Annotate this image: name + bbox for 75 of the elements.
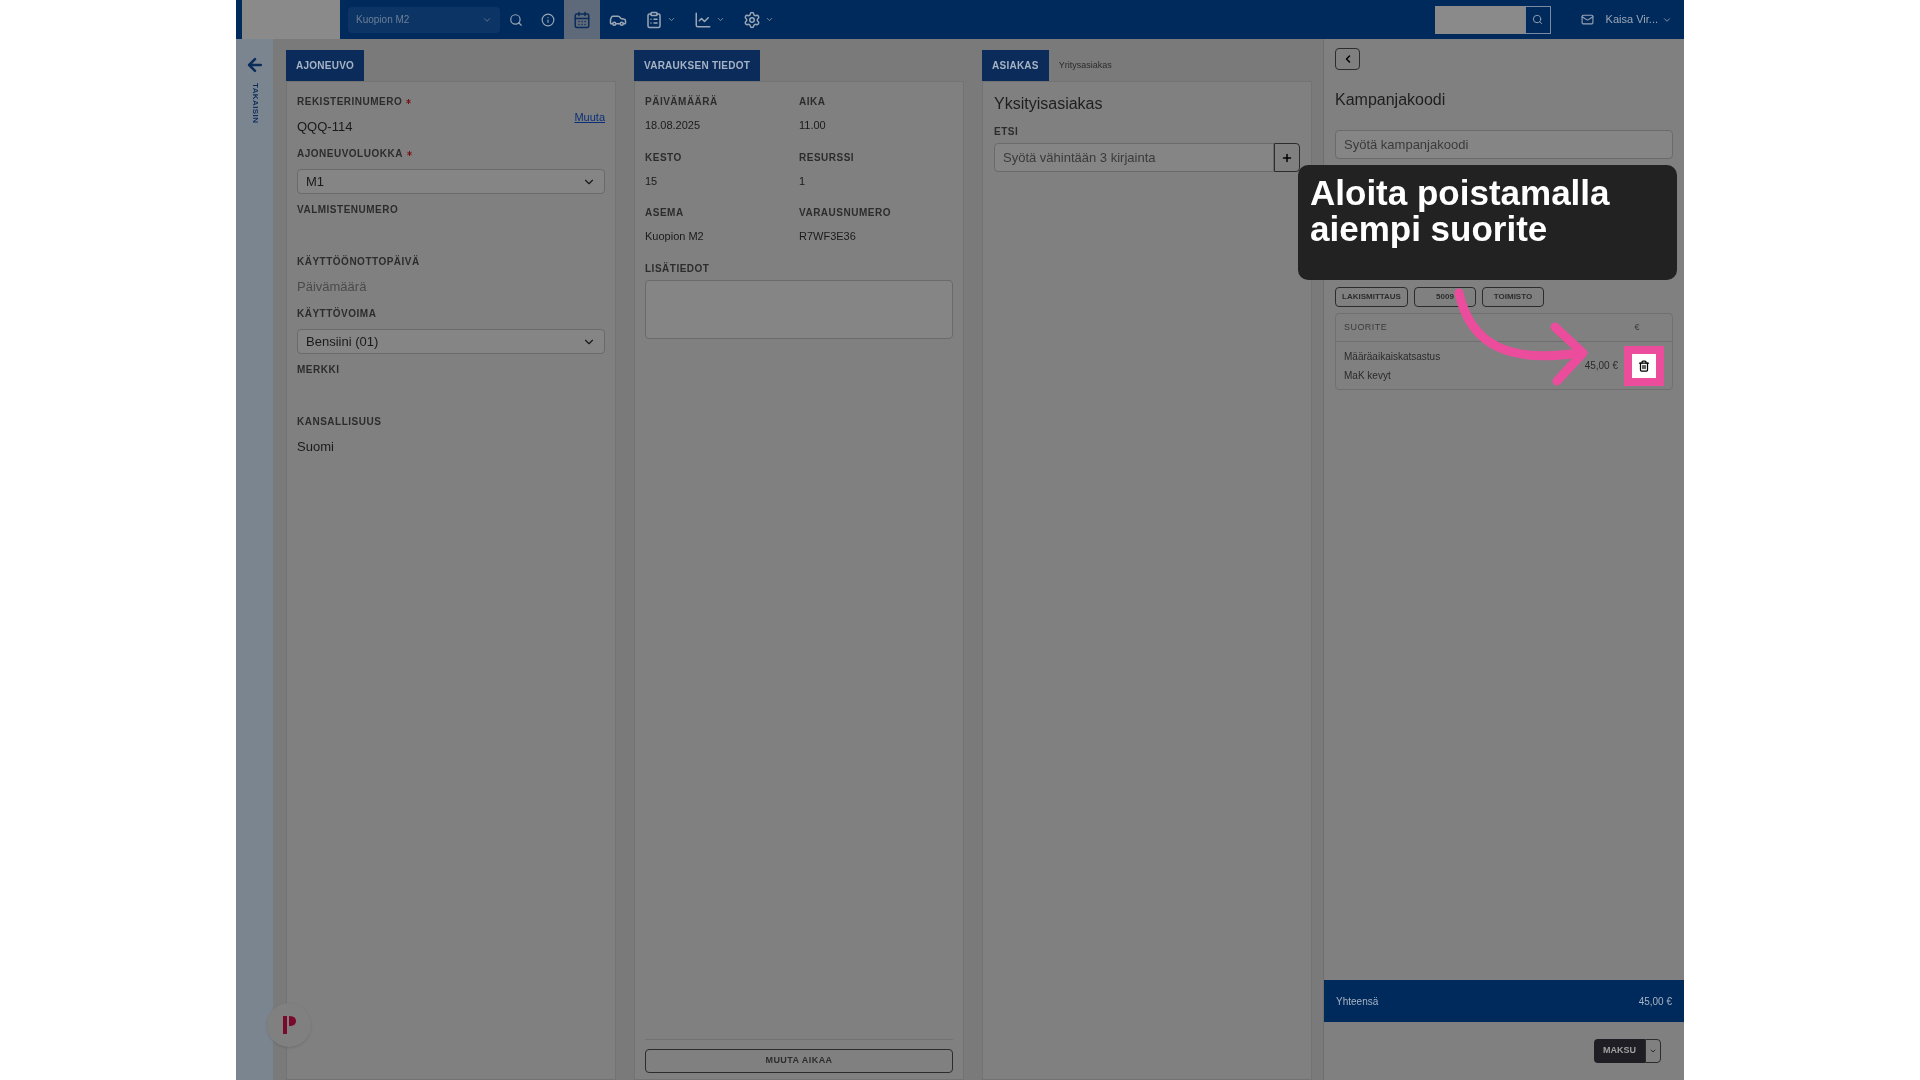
column-header: € bbox=[1634, 320, 1640, 334]
field-label: KÄYTTÖÖNOTTOPÄIVÄ bbox=[297, 254, 420, 269]
field-label: RESURSSI bbox=[799, 150, 855, 165]
tutorial-tooltip: Aloita poistamalla aiempi suorite bbox=[1298, 165, 1677, 280]
field-label: PÄIVÄMÄÄRÄ bbox=[645, 94, 718, 109]
search-icon bbox=[509, 12, 523, 27]
section-title: Yksityisasiakas bbox=[994, 94, 1104, 114]
chart-icon bbox=[694, 10, 712, 29]
select-field[interactable]: Bensiini (01) bbox=[297, 329, 605, 354]
total-label: Yhteensä bbox=[1336, 994, 1379, 1009]
user-menu[interactable]: Kaisa Vir... bbox=[1605, 11, 1672, 28]
field-label: KESTO bbox=[645, 150, 682, 165]
field-value: Suomi bbox=[297, 438, 334, 456]
delete-button[interactable] bbox=[1624, 345, 1664, 386]
section-title: Kampanjakoodi bbox=[1335, 90, 1447, 110]
plus-icon bbox=[1281, 151, 1293, 164]
campaign-code-field[interactable]: Syötä kampanjakoodi bbox=[1335, 130, 1673, 159]
section-tab[interactable]: AJONEUVO bbox=[286, 50, 365, 81]
field-value: 18.08.2025 bbox=[645, 118, 702, 133]
change-time-button[interactable]: MUUTA AIKAA bbox=[645, 1049, 953, 1073]
field-value: Kuopion M2 bbox=[645, 229, 705, 244]
field-value: R7WF3E36 bbox=[799, 229, 857, 244]
field-label: REKISTERINUMERO bbox=[297, 95, 403, 109]
add-customer-button[interactable] bbox=[1274, 143, 1300, 172]
calendar-nav-button[interactable] bbox=[564, 0, 600, 39]
quick-service-button[interactable]: 5009 bbox=[1413, 287, 1476, 307]
quick-service-button[interactable]: LAKISMITTAUS bbox=[1335, 287, 1408, 307]
field-label: ASEMA bbox=[645, 206, 684, 220]
customer-tab[interactable]: Yritysasiakas bbox=[1048, 50, 1122, 81]
quick-service-button[interactable]: TOIMISTO bbox=[1481, 287, 1544, 307]
customer-search-field[interactable]: Syötä vähintään 3 kirjainta bbox=[994, 143, 1274, 172]
pay-options-button[interactable] bbox=[1645, 1039, 1661, 1063]
column-header: SUORITE bbox=[1344, 320, 1388, 334]
clipboard-icon bbox=[645, 10, 663, 29]
mail-icon bbox=[1580, 13, 1594, 26]
caret-icon bbox=[765, 15, 774, 24]
service-price: 45,00 € bbox=[1584, 359, 1618, 373]
required-asterisk-icon bbox=[406, 151, 412, 156]
search-button[interactable] bbox=[1524, 5, 1551, 34]
customer-tab[interactable]: ASIAKAS bbox=[982, 50, 1049, 81]
required-asterisk-icon bbox=[406, 99, 412, 104]
service-detail: MaK kevyt bbox=[1344, 368, 1392, 383]
collapse-button[interactable] bbox=[1335, 48, 1360, 70]
field-label: VARAUSNUMERO bbox=[799, 206, 891, 220]
caret-icon bbox=[667, 15, 676, 24]
info-icon bbox=[541, 12, 555, 27]
section-tab[interactable]: VARAUKSEN TIEDOT bbox=[634, 50, 761, 81]
field-label: AIKA bbox=[799, 95, 826, 109]
total-amount: 45,00 € bbox=[1638, 994, 1672, 1009]
field-value: 1 bbox=[799, 173, 807, 189]
back-label: TAKAISIN bbox=[249, 83, 261, 124]
settings-icon bbox=[743, 10, 761, 29]
field-label: KANSALLISUUS bbox=[297, 415, 382, 429]
back-sidebar[interactable]: TAKAISIN bbox=[236, 39, 273, 1080]
field-label: ETSI bbox=[994, 125, 1019, 139]
logo-icon bbox=[281, 1014, 297, 1036]
field-label: KÄYTTÖVOIMA bbox=[297, 306, 377, 321]
field-label: LISÄTIEDOT bbox=[645, 261, 710, 276]
caret-icon bbox=[716, 15, 725, 24]
field-label: VALMISTENUMERO bbox=[297, 203, 399, 217]
trash-icon bbox=[1638, 359, 1650, 372]
field-value: 15 bbox=[645, 173, 659, 189]
location-select[interactable]: Kuopion M2 bbox=[348, 6, 500, 33]
caret-icon bbox=[1649, 1047, 1657, 1055]
field-value: 11.00 bbox=[799, 118, 827, 133]
search-field[interactable] bbox=[1434, 5, 1525, 34]
field-value: QQQ-114 bbox=[297, 118, 353, 136]
calendar-icon bbox=[573, 10, 591, 29]
service-name: Määräaikaiskatsastus bbox=[1344, 349, 1442, 364]
select-field[interactable]: M1 bbox=[297, 169, 605, 194]
field-label: MERKKI bbox=[297, 363, 340, 377]
change-link[interactable]: Muuta bbox=[574, 109, 605, 126]
search-icon bbox=[1532, 14, 1544, 25]
pay-button[interactable]: MAKSU bbox=[1594, 1039, 1645, 1063]
field-label: AJONEUVOLUOKKA bbox=[297, 147, 403, 161]
